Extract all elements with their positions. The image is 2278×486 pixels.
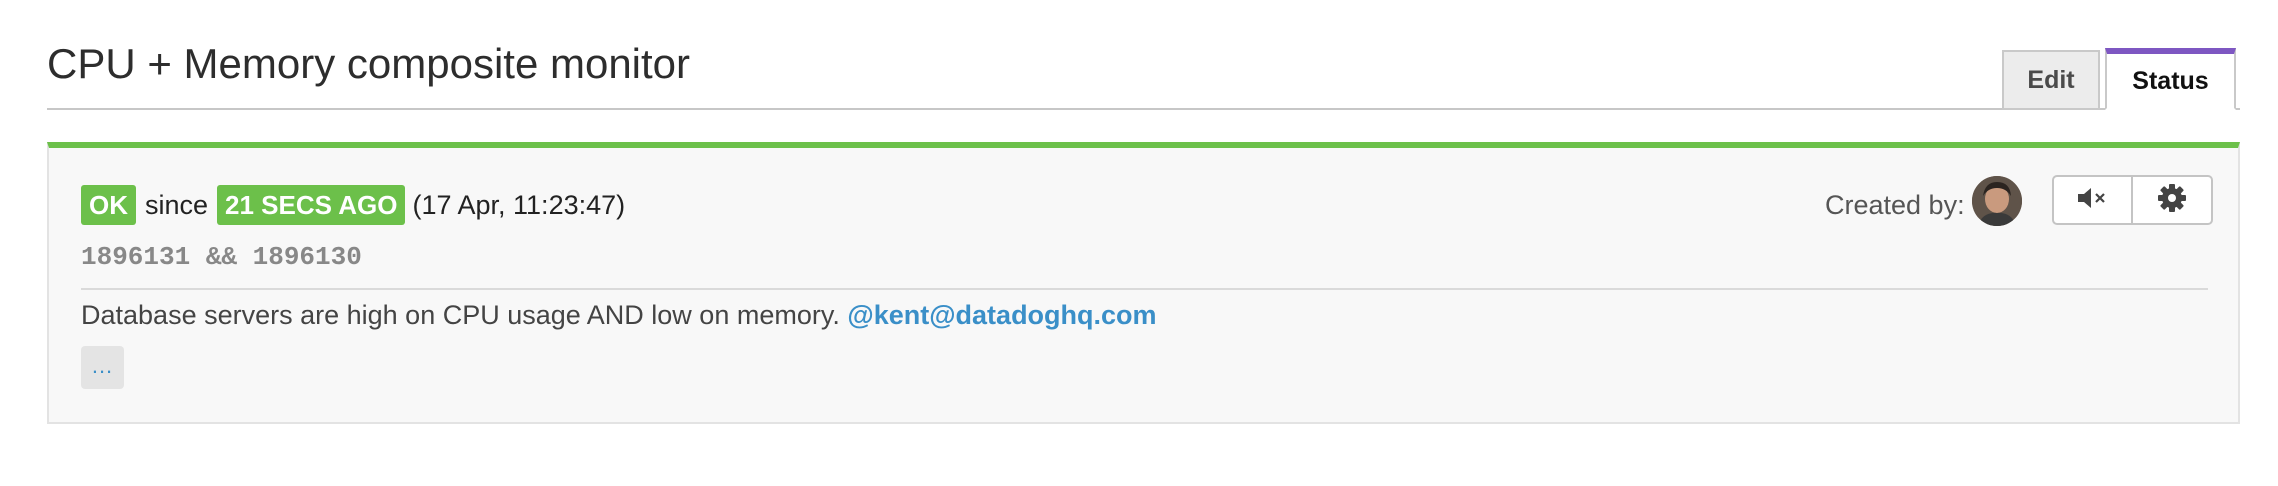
page-header: CPU + Memory composite monitor Edit Stat… — [47, 0, 2240, 110]
status-line: OK since 21 SECS AGO (17 Apr, 11:23:47) — [81, 185, 625, 225]
monitor-status-panel: OK since 21 SECS AGO (17 Apr, 11:23:47) … — [47, 142, 2240, 424]
created-by-label: Created by: — [1825, 190, 1965, 220]
message-text: Database servers are high on CPU usage A… — [81, 300, 840, 330]
page-title: CPU + Memory composite monitor — [47, 40, 691, 87]
settings-button[interactable] — [2133, 175, 2213, 225]
tab-edit[interactable]: Edit — [2002, 50, 2100, 110]
mute-button[interactable] — [2052, 175, 2133, 225]
time-ago-badge: 21 SECS AGO — [217, 185, 406, 225]
monitor-query: 1896131 && 1896130 — [81, 242, 362, 272]
status-timestamp: (17 Apr, 11:23:47) — [412, 189, 626, 220]
since-label: since — [145, 189, 209, 220]
mention-link[interactable]: @kent@datadoghq.com — [847, 300, 1156, 330]
tab-status[interactable]: Status — [2105, 48, 2236, 110]
expand-message-button[interactable]: ... — [81, 346, 124, 389]
gear-icon — [2157, 183, 2187, 218]
mute-speaker-icon — [2076, 186, 2110, 215]
monitor-action-buttons — [2052, 175, 2213, 225]
monitor-message: Database servers are high on CPU usage A… — [81, 300, 1157, 331]
status-badge: OK — [81, 185, 136, 225]
divider — [81, 288, 2208, 290]
avatar-image — [1972, 176, 2022, 226]
avatar[interactable] — [1972, 176, 2022, 226]
